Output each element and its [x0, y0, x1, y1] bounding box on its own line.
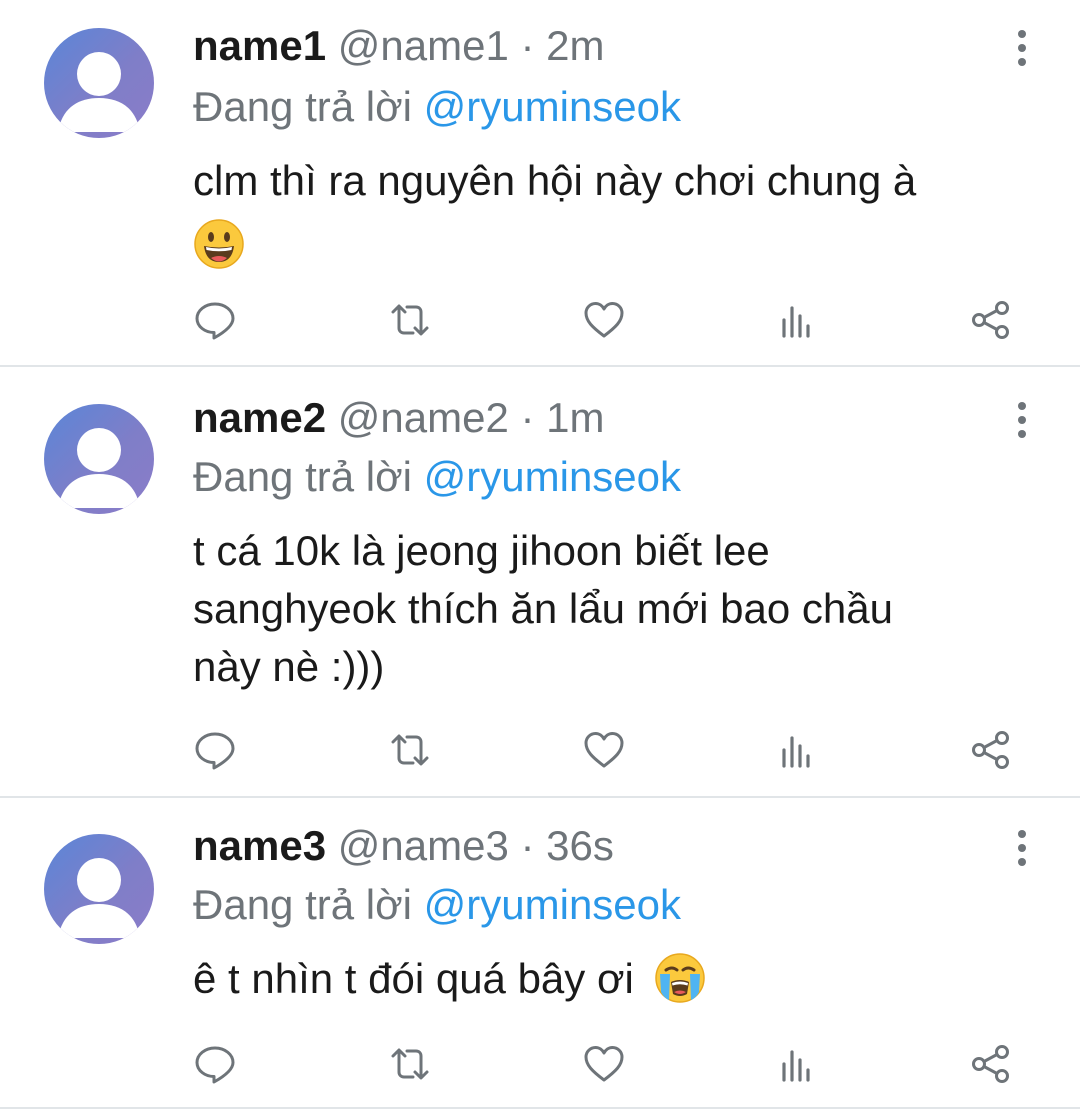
analytics-icon[interactable] [775, 728, 819, 772]
display-name[interactable]: name2 [193, 394, 326, 441]
replying-to: Đang trả lời @ryuminseok [193, 880, 681, 930]
tweet-header: name3 @name3 · 36s [193, 820, 614, 872]
share-icon[interactable] [969, 298, 1013, 342]
display-name[interactable]: name3 [193, 822, 326, 869]
tweet-text: t cá 10k là jeong jihoon biết lee sanghy… [193, 522, 1033, 696]
more-vertical-icon[interactable] [1008, 402, 1036, 438]
replying-to: Đang trả lời @ryuminseok [193, 82, 681, 132]
retweet-icon[interactable] [388, 298, 432, 342]
tweet-text-line: clm thì ra nguyên hội này chơi chung à [193, 157, 917, 204]
more-vertical-icon[interactable] [1008, 830, 1036, 866]
tweet-text: ê t nhìn t đói quá bây ơi [193, 950, 1033, 1008]
tweet-actions [193, 728, 1033, 772]
tweet-text-line: t cá 10k là jeong jihoon biết lee [193, 527, 770, 574]
avatar[interactable] [44, 404, 154, 514]
heart-icon[interactable] [582, 728, 626, 772]
avatar[interactable] [44, 28, 154, 138]
tweet-text-line: sanghyeok thích ăn lẩu mới bao chầu [193, 585, 893, 632]
default-avatar-icon [44, 834, 154, 944]
comment-icon[interactable] [193, 1042, 237, 1086]
tweet-actions [193, 1042, 1033, 1086]
share-icon[interactable] [969, 1042, 1013, 1086]
user-handle[interactable]: @name2 [338, 394, 509, 441]
tweet-header: name2 @name2 · 1m [193, 392, 605, 444]
heart-icon[interactable] [582, 298, 626, 342]
divider [0, 365, 1080, 367]
separator-dot: · [520, 22, 535, 69]
analytics-icon[interactable] [775, 1042, 819, 1086]
share-icon[interactable] [969, 728, 1013, 772]
default-avatar-icon [44, 404, 154, 514]
timestamp[interactable]: 2m [546, 22, 604, 69]
tweet-text: clm thì ra nguyên hội này chơi chung à [193, 152, 1033, 270]
replying-to-label: Đang trả lời [193, 83, 412, 130]
replying-to: Đang trả lời @ryuminseok [193, 452, 681, 502]
tweet-header: name1 @name1 · 2m [193, 20, 605, 72]
divider [0, 1107, 1080, 1109]
reply-handle-link[interactable]: @ryuminseok [424, 881, 681, 928]
tweet-card[interactable]: name3 @name3 · 36s Đang trả lời @ryumins… [0, 800, 1080, 1113]
separator-dot: · [520, 394, 535, 441]
retweet-icon[interactable] [388, 728, 432, 772]
avatar[interactable] [44, 834, 154, 944]
divider [0, 796, 1080, 798]
loudly-crying-face-emoji [654, 953, 705, 1003]
tweet-actions [193, 298, 1033, 342]
more-vertical-icon[interactable] [1008, 30, 1036, 66]
default-avatar-icon [44, 28, 154, 138]
retweet-icon[interactable] [388, 1042, 432, 1086]
user-handle[interactable]: @name3 [338, 822, 509, 869]
separator-dot: · [520, 822, 535, 869]
reply-handle-link[interactable]: @ryuminseok [424, 83, 681, 130]
reply-handle-link[interactable]: @ryuminseok [424, 453, 681, 500]
tweet-card[interactable]: name2 @name2 · 1m Đang trả lời @ryuminse… [0, 372, 1080, 796]
replying-to-label: Đang trả lời [193, 453, 412, 500]
tweet-card[interactable]: name1 @name1 · 2m Đang trả lời @ryuminse… [0, 0, 1080, 366]
timestamp[interactable]: 1m [546, 394, 604, 441]
analytics-icon[interactable] [775, 298, 819, 342]
user-handle[interactable]: @name1 [338, 22, 509, 69]
grinning-face-emoji [194, 219, 244, 269]
timestamp[interactable]: 36s [546, 822, 614, 869]
tweet-text-line: này nè :))) [193, 643, 385, 690]
comment-icon[interactable] [193, 298, 237, 342]
heart-icon[interactable] [582, 1042, 626, 1086]
comment-icon[interactable] [193, 728, 237, 772]
replying-to-label: Đang trả lời [193, 881, 412, 928]
tweet-text-line: ê t nhìn t đói quá bây ơi [193, 955, 634, 1002]
display-name[interactable]: name1 [193, 22, 326, 69]
